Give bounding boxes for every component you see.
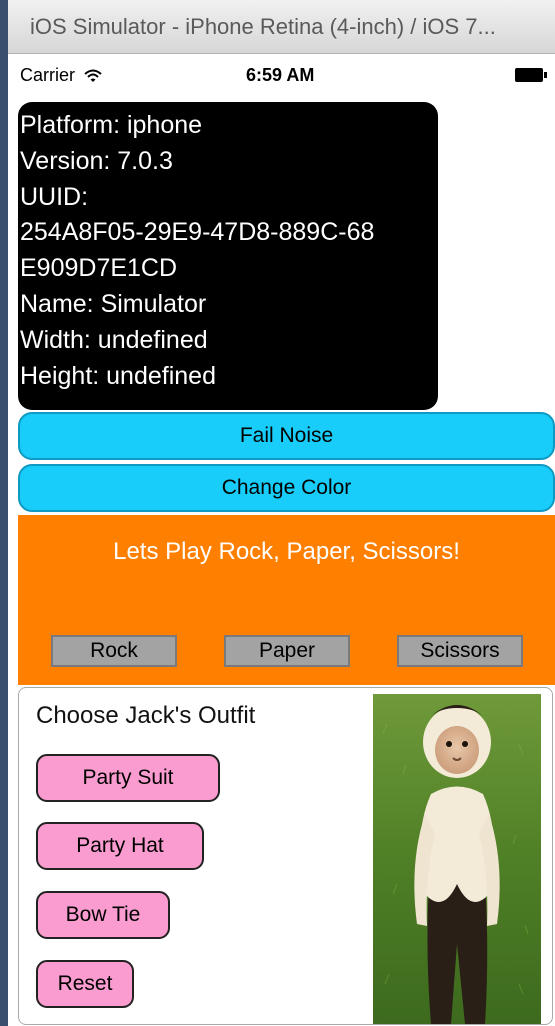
status-bar: Carrier 6:59 AM: [8, 54, 555, 96]
rps-title: Lets Play Rock, Paper, Scissors!: [113, 538, 460, 565]
info-width: Width: undefined: [20, 325, 208, 354]
rock-button[interactable]: Rock: [51, 635, 177, 667]
status-time: 6:59 AM: [246, 65, 315, 85]
device-info-panel: Platform: iphone Version: 7.0.3 UUID: 25…: [18, 102, 438, 410]
bow-tie-button[interactable]: Bow Tie: [36, 891, 170, 939]
party-hat-button[interactable]: Party Hat: [36, 822, 204, 870]
info-uuid-part1: 254A8F05-29E9-47D8-889C-68: [20, 218, 375, 247]
carrier-text: Carrier: [20, 65, 76, 85]
party-suit-button[interactable]: Party Suit: [36, 754, 220, 802]
info-platform: Platform: iphone: [20, 111, 203, 139]
outfit-title: Choose Jack's Outfit: [36, 702, 256, 729]
scissors-button[interactable]: Scissors: [397, 635, 523, 667]
reset-button[interactable]: Reset: [36, 960, 134, 1008]
info-uuid-part2: E909D7E1CD: [20, 254, 178, 283]
outfit-panel: Choose Jack's Outfit Party Suit Party Ha…: [18, 687, 553, 1025]
wifi-icon: [84, 69, 102, 82]
info-name: Name: Simulator: [20, 289, 207, 318]
rps-panel: Lets Play Rock, Paper, Scissors! Rock Pa…: [18, 515, 555, 685]
iphone-screen: Carrier 6:59 AM Platform: iphone Version…: [8, 54, 555, 1026]
info-height: Height: undefined: [20, 361, 216, 390]
monkey-photo: [373, 694, 541, 1024]
simulator-window: iOS Simulator - iPhone Retina (4-inch) /…: [8, 0, 555, 1026]
window-title: iOS Simulator - iPhone Retina (4-inch) /…: [8, 0, 555, 54]
info-uuid-label: UUID:: [20, 182, 89, 211]
carrier-label: Carrier: [20, 65, 102, 86]
battery-icon: [515, 68, 547, 82]
change-color-button[interactable]: Change Color: [18, 464, 555, 512]
info-version: Version: 7.0.3: [20, 146, 173, 175]
fail-noise-button[interactable]: Fail Noise: [18, 412, 555, 460]
paper-button[interactable]: Paper: [224, 635, 350, 667]
